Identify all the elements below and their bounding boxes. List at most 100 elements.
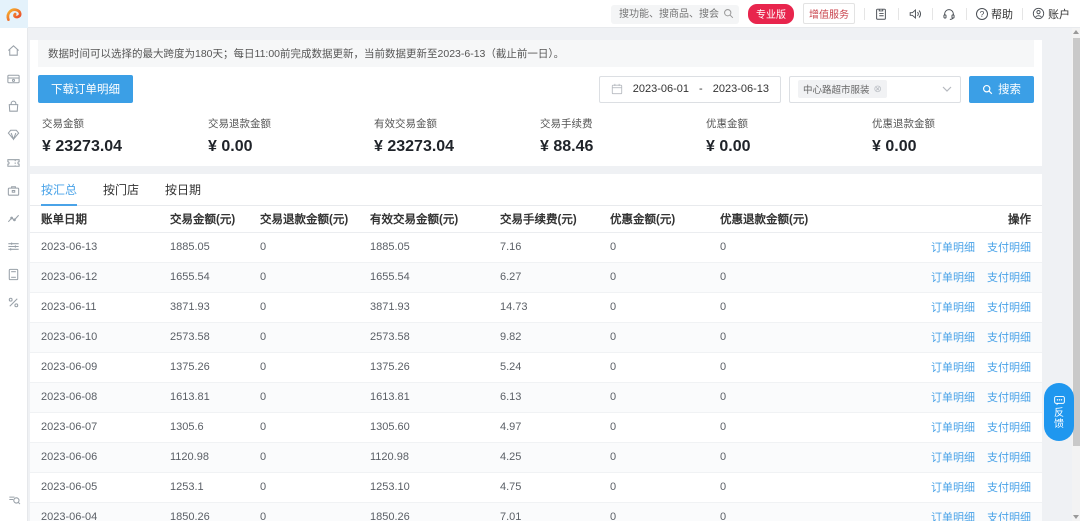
stats-row: 交易金额 ¥ 23273.04 交易退款金额 ¥ 0.00 有效交易金额 ¥ 23273.… <box>38 116 1034 156</box>
cell-amount: 1253.1 <box>170 472 260 503</box>
analytics-icon[interactable] <box>0 204 28 232</box>
order-detail-link[interactable]: 订单明细 <box>931 302 975 314</box>
cell-refund: 0 <box>260 292 370 323</box>
date-range-picker[interactable]: 2023-06-01 - 2023-06-13 <box>598 75 781 103</box>
feedback-button[interactable]: 反馈 <box>1044 383 1074 441</box>
table-row: 2023-06-04 1850.26 0 1850.26 7.01 0 0 订单明细 支付明细 <box>30 502 1042 521</box>
table-row: 2023-06-08 1613.81 0 1613.81 6.13 0 0 订单明细 支付明细 <box>30 382 1042 413</box>
order-detail-link[interactable]: 订单明细 <box>931 512 975 521</box>
chevron-down-icon <box>942 86 952 92</box>
cell-valid: 3871.93 <box>370 292 500 323</box>
payment-detail-link[interactable]: 支付明细 <box>987 362 1031 374</box>
scrollbar-thumb[interactable] <box>1072 38 1080 446</box>
cell-refund: 0 <box>260 382 370 413</box>
stat-label: 优惠金额 <box>706 118 748 130</box>
cell-refund: 0 <box>260 322 370 353</box>
wallet-icon[interactable] <box>0 64 28 92</box>
app-window: 专业版 增值服务 帮助 <box>0 0 1080 521</box>
cell-refund: 0 <box>260 472 370 503</box>
remove-store-tag-icon[interactable]: ⊗ <box>874 84 882 95</box>
sliders-icon[interactable] <box>0 232 28 260</box>
order-detail-link[interactable]: 订单明细 <box>931 272 975 284</box>
order-detail-link[interactable]: 订单明细 <box>931 362 975 374</box>
cell-date: 2023-06-08 <box>30 382 170 413</box>
cell-discount: 0 <box>610 472 720 503</box>
cell-date: 2023-06-11 <box>30 292 170 323</box>
cell-amount: 1885.05 <box>170 232 260 263</box>
payment-detail-link[interactable]: 支付明细 <box>987 422 1031 434</box>
marketing-icon[interactable] <box>0 288 28 316</box>
download-order-detail-button[interactable]: 下载订单明细 <box>38 75 133 103</box>
store-icon[interactable] <box>0 176 28 204</box>
order-detail-link[interactable]: 订单明细 <box>931 452 975 464</box>
cell-amount: 1655.54 <box>170 262 260 293</box>
order-detail-link[interactable]: 订单明细 <box>931 482 975 494</box>
cell-discount: 0 <box>610 322 720 353</box>
column-header: 有效交易金额(元) <box>370 206 500 233</box>
divider <box>932 7 933 20</box>
payment-detail-link[interactable]: 支付明细 <box>987 242 1031 254</box>
payment-detail-link[interactable]: 支付明细 <box>987 392 1031 404</box>
feedback-label: 反馈 <box>1054 408 1064 430</box>
payment-detail-link[interactable]: 支付明细 <box>987 272 1031 284</box>
table-row: 2023-06-13 1885.05 0 1885.05 7.16 0 0 订单明细 支付明细 <box>30 232 1042 263</box>
goods-icon[interactable] <box>0 92 28 120</box>
cell-date: 2023-06-09 <box>30 352 170 383</box>
cell-date: 2023-06-05 <box>30 472 170 503</box>
coupon-icon[interactable] <box>0 148 28 176</box>
membership-icon[interactable] <box>0 120 28 148</box>
search-input[interactable] <box>611 5 739 24</box>
tab-by-date[interactable]: 按日期 <box>165 174 201 206</box>
cell-valid: 1613.81 <box>370 382 500 413</box>
topbar: 专业版 增值服务 帮助 <box>28 0 1080 28</box>
collapse-search-icon[interactable] <box>0 485 28 513</box>
cell-actions: 订单明细 支付明细 <box>892 232 1042 263</box>
table-row: 2023-06-06 1120.98 0 1120.98 4.25 0 0 订单明细 支付明细 <box>30 442 1042 473</box>
tab-by-store[interactable]: 按门店 <box>103 174 139 206</box>
value-added-services-button[interactable]: 增值服务 <box>803 3 855 24</box>
payment-detail-link[interactable]: 支付明细 <box>987 482 1031 494</box>
payment-detail-link[interactable]: 支付明细 <box>987 332 1031 344</box>
headset-icon[interactable] <box>942 6 957 21</box>
cell-amount: 1120.98 <box>170 442 260 473</box>
order-detail-link[interactable]: 订单明细 <box>931 242 975 254</box>
date-end-value[interactable]: 2023-06-13 <box>713 83 769 95</box>
table-row: 2023-06-11 3871.93 0 3871.93 14.73 0 0 订单明细 支付明细 <box>30 292 1042 323</box>
sidebar <box>0 0 28 521</box>
account-button[interactable]: 账户 <box>1032 6 1070 22</box>
search-button[interactable]: 搜索 <box>969 75 1034 103</box>
pro-version-badge[interactable]: 专业版 <box>748 3 794 24</box>
payment-detail-link[interactable]: 支付明细 <box>987 512 1031 521</box>
global-search <box>611 4 739 24</box>
order-detail-link[interactable]: 订单明细 <box>931 392 975 404</box>
scroll-down-arrow[interactable] <box>1073 515 1079 519</box>
cell-fee: 6.13 <box>500 382 610 413</box>
cell-discount: 0 <box>610 382 720 413</box>
order-detail-link[interactable]: 订单明细 <box>931 332 975 344</box>
store-select[interactable]: 中心路超市服装 ⊗ <box>789 75 961 103</box>
stat-item: 有效交易金额 ¥ 23273.04 <box>370 116 536 156</box>
stat-value: ¥ 0.00 <box>706 138 751 155</box>
tab-by-summary[interactable]: 按汇总 <box>41 174 78 206</box>
divider <box>1022 7 1023 20</box>
cell-actions: 订单明细 支付明细 <box>892 442 1042 473</box>
scroll-up-arrow[interactable] <box>1073 30 1079 34</box>
cell-discount: 0 <box>610 412 720 443</box>
announcement-icon[interactable] <box>908 6 923 21</box>
home-icon[interactable] <box>0 36 28 64</box>
brand-logo[interactable] <box>0 0 28 28</box>
payment-detail-link[interactable]: 支付明细 <box>987 452 1031 464</box>
table-row: 2023-06-10 2573.58 0 2573.58 9.82 0 0 订单明细 支付明细 <box>30 322 1042 353</box>
table-header-row: 账单日期 交易金额(元) 交易退款金额(元) 有效交易金额(元) 交易手续费(元) 优惠金… <box>30 206 1042 233</box>
search-button-label: 搜索 <box>998 84 1021 96</box>
column-header: 交易手续费(元) <box>500 206 610 233</box>
order-detail-link[interactable]: 订单明细 <box>931 422 975 434</box>
payment-detail-link[interactable]: 支付明细 <box>987 302 1031 314</box>
pos-device-icon[interactable] <box>0 260 28 288</box>
date-start-value[interactable]: 2023-06-01 <box>633 83 689 95</box>
clipboard-icon[interactable] <box>874 6 889 21</box>
cell-fee: 4.75 <box>500 472 610 503</box>
help-button[interactable]: 帮助 <box>976 6 1013 22</box>
stat-label: 有效交易金额 <box>374 118 437 130</box>
vertical-scrollbar[interactable] <box>1072 28 1080 521</box>
